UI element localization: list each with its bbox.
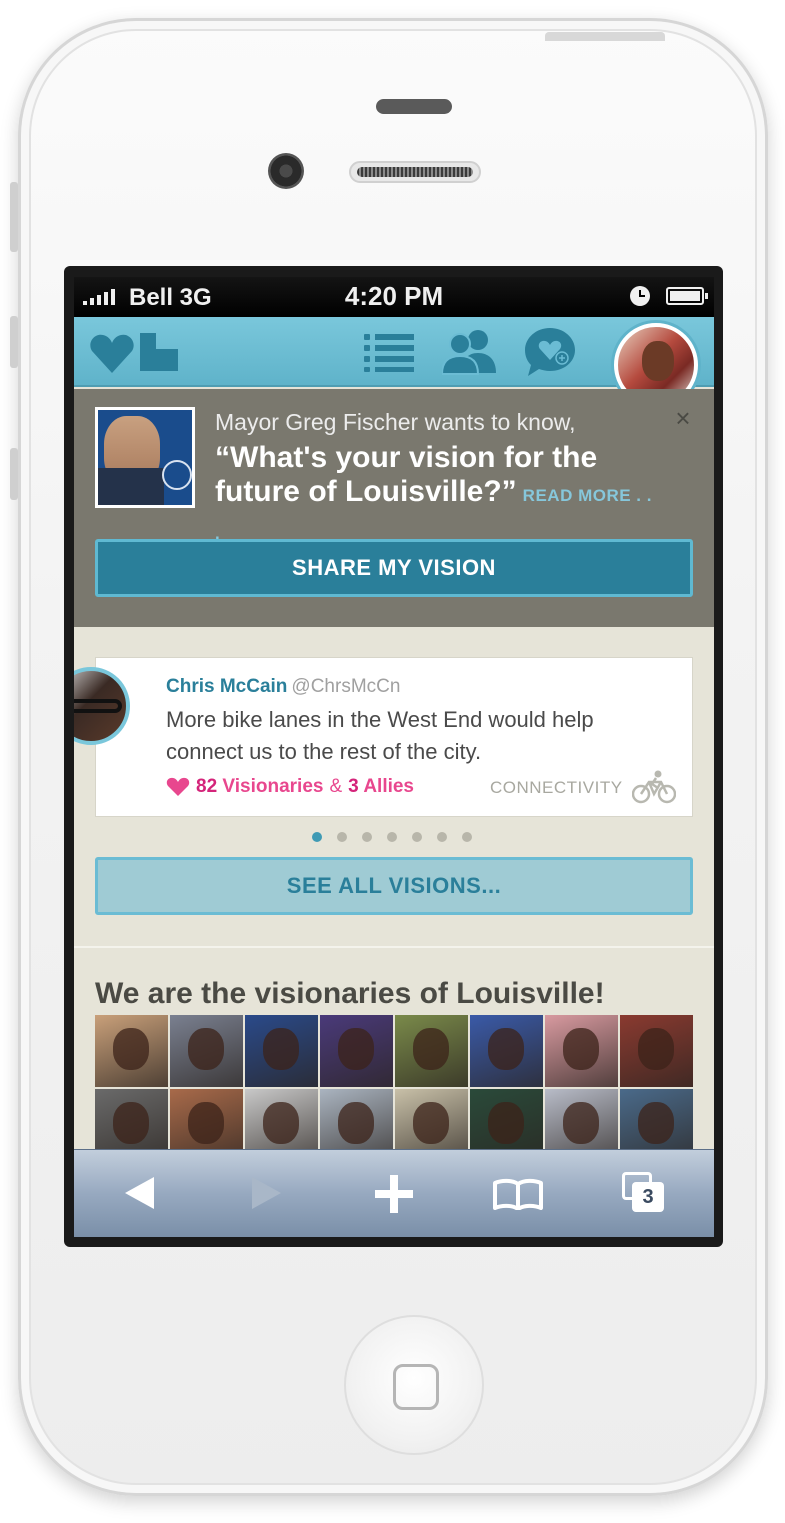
people-icon[interactable] — [442, 327, 498, 375]
mayor-photo — [95, 407, 195, 508]
home-button[interactable] — [344, 1315, 484, 1455]
sleep-button — [545, 32, 665, 41]
pagination-dot[interactable] — [387, 832, 397, 842]
list-icon[interactable] — [362, 331, 416, 373]
volume-up-button — [10, 316, 18, 368]
heart-icon — [166, 777, 190, 796]
home-square-icon — [393, 1364, 439, 1410]
screen: Bell 3G 4:20 PM Mayor Greg Fischer wants… — [74, 277, 714, 1237]
carousel-pagination — [312, 832, 472, 842]
visionary-avatar[interactable] — [170, 1015, 243, 1087]
visionaries-count: 82 — [196, 776, 218, 797]
visionary-avatar[interactable] — [320, 1015, 393, 1087]
section-divider — [74, 946, 714, 948]
louisville-seal-icon — [162, 460, 192, 490]
stats-ampersand: & — [329, 776, 343, 797]
visionaries-grid — [95, 1015, 695, 1161]
alarm-clock-icon — [630, 286, 650, 306]
mute-switch — [10, 182, 18, 252]
forward-arrow-icon[interactable] — [250, 1176, 282, 1210]
pagination-dot[interactable] — [362, 832, 372, 842]
pagination-dot[interactable] — [437, 832, 447, 842]
visionaries-label[interactable]: Visionaries — [222, 776, 323, 797]
pagination-dot[interactable] — [337, 832, 347, 842]
vision-text: More bike lanes in the West End would he… — [166, 707, 594, 764]
visionary-avatar[interactable] — [545, 1015, 618, 1087]
author-name[interactable]: Chris McCain — [166, 676, 287, 697]
front-camera — [268, 153, 304, 189]
allies-label[interactable]: Allies — [363, 776, 414, 797]
close-icon[interactable]: × — [672, 405, 694, 431]
back-arrow-icon[interactable] — [124, 1176, 156, 1210]
tabs-count: 3 — [632, 1182, 664, 1212]
see-all-visions-button[interactable]: SEE ALL VISIONS... — [95, 857, 693, 915]
mayor-question-panel: Mayor Greg Fischer wants to know, “What'… — [74, 389, 714, 627]
mayor-question: “What's your vision for the future of Lo… — [215, 441, 655, 551]
battery-icon — [666, 287, 708, 305]
visionary-avatar[interactable] — [95, 1015, 168, 1087]
vision-author: Chris McCain @ChrsMcCn — [166, 676, 400, 698]
chat-heart-icon[interactable] — [522, 325, 578, 379]
mayor-intro: Mayor Greg Fischer wants to know, — [215, 409, 576, 435]
vision-card[interactable]: Chris McCain @ChrsMcCn More bike lanes in… — [95, 657, 693, 817]
allies-count: 3 — [348, 776, 359, 797]
tabs-icon[interactable]: 3 — [622, 1172, 666, 1214]
visionary-avatar[interactable] — [470, 1015, 543, 1087]
share-my-vision-button[interactable]: SHARE MY VISION — [95, 539, 693, 597]
earpiece-speaker — [349, 161, 481, 183]
author-handle[interactable]: @ChrsMcCn — [291, 676, 400, 697]
proximity-sensor — [376, 99, 452, 114]
status-time: 4:20 PM — [344, 281, 444, 311]
pagination-dot[interactable] — [312, 832, 322, 842]
bicycle-icon — [632, 770, 676, 804]
volume-down-button — [10, 448, 18, 500]
visionary-avatar[interactable] — [245, 1015, 318, 1087]
visionaries-heading: We are the visionaries of Louisville! — [95, 977, 605, 1010]
visionary-avatar[interactable] — [620, 1015, 693, 1087]
vision-category[interactable]: CONNECTIVITY — [490, 778, 623, 798]
browser-toolbar: 3 — [74, 1149, 714, 1237]
add-bookmark-icon[interactable] — [374, 1174, 414, 1214]
bookmarks-book-icon[interactable] — [492, 1178, 544, 1210]
visionary-avatar[interactable] — [395, 1015, 468, 1087]
logo-icon[interactable] — [90, 329, 182, 375]
pagination-dot[interactable] — [462, 832, 472, 842]
pagination-dot[interactable] — [412, 832, 422, 842]
vision-stats: 82 Visionaries & 3 Allies — [166, 776, 414, 798]
status-bar: Bell 3G 4:20 PM — [74, 277, 714, 317]
